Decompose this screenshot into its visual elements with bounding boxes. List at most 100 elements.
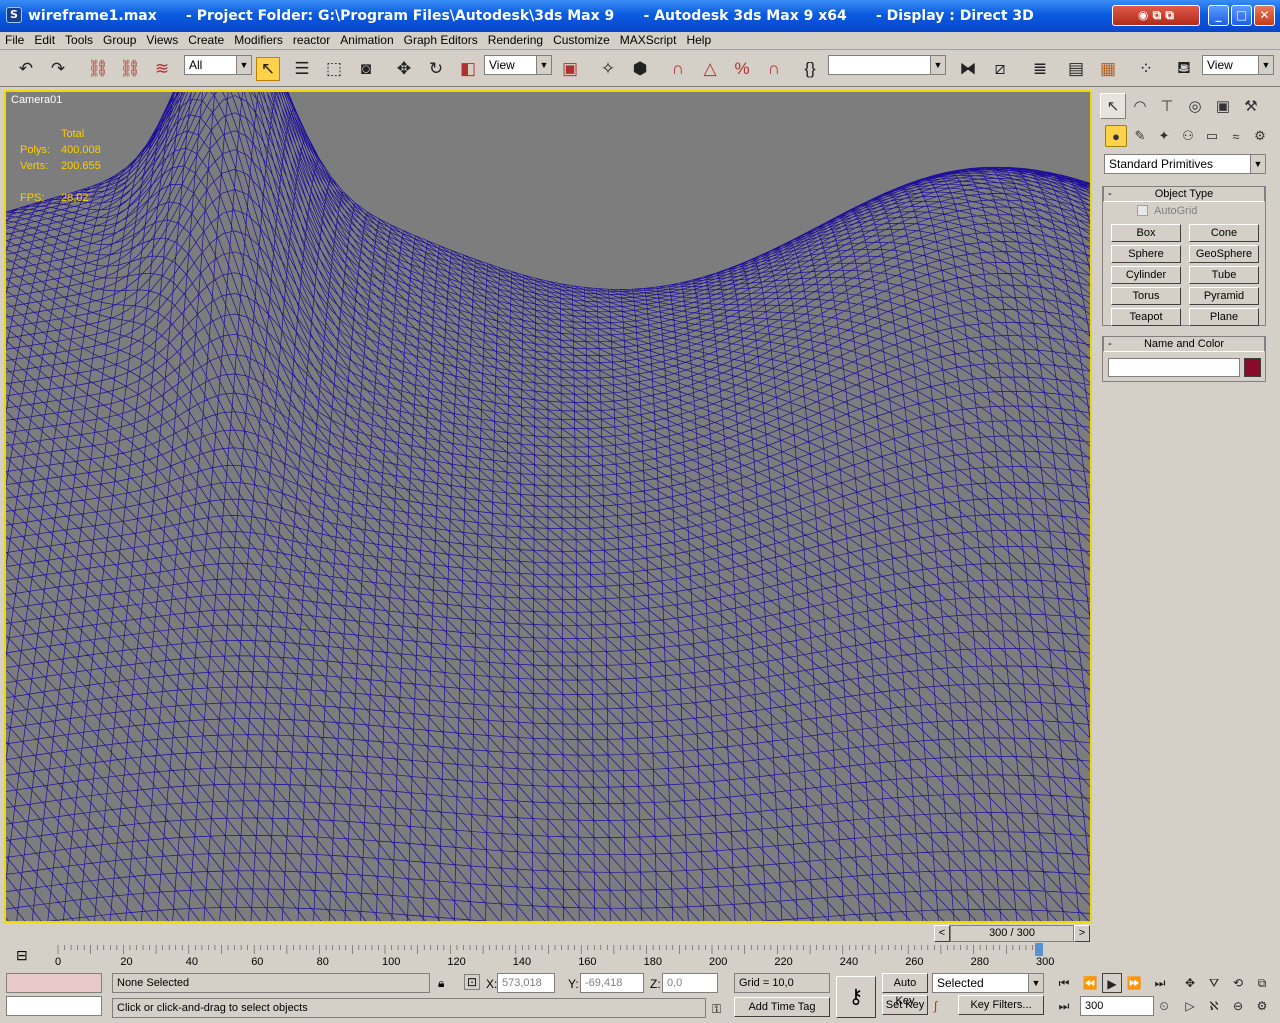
absolute-mode-transform-icon[interactable]: ⊡ xyxy=(464,974,480,990)
z-coordinate[interactable]: 0,0 xyxy=(662,973,718,993)
go-to-start-icon[interactable]: ⏮ xyxy=(1054,973,1074,993)
object-category-dropdown[interactable]: Standard Primitives ▼ xyxy=(1104,154,1266,174)
key-mode-toggle-icon[interactable]: ⏭ xyxy=(1054,996,1074,1016)
window-extra-buttons[interactable]: ◉ ⧉ ⧉ xyxy=(1112,5,1200,26)
select-by-name-icon[interactable]: ☰ xyxy=(290,57,314,81)
edit-named-selection-icon[interactable]: {} xyxy=(798,57,822,81)
sphere-button[interactable]: Sphere xyxy=(1111,245,1181,263)
timetag-icon[interactable]: ⚿ xyxy=(712,1001,721,1017)
select-and-move-icon[interactable]: ✥ xyxy=(392,57,416,81)
key-filters-button[interactable]: Key Filters... xyxy=(958,995,1044,1015)
curve-editor-icon[interactable]: ▤ xyxy=(1064,57,1088,81)
plane-button[interactable]: Plane xyxy=(1189,308,1259,326)
percent-snap-icon[interactable]: % xyxy=(730,57,754,81)
time-prev-button[interactable]: < xyxy=(934,925,950,942)
name-and-color-header[interactable]: - Name and Color xyxy=(1103,336,1265,352)
time-slider[interactable]: 300 / 300 xyxy=(950,925,1074,942)
box-button[interactable]: Box xyxy=(1111,224,1181,242)
menu-item-reactor[interactable]: reactor xyxy=(288,32,335,48)
bind-to-space-warp-icon[interactable]: ≋ xyxy=(150,57,174,81)
modify-tab-icon[interactable]: ◠ xyxy=(1127,93,1153,119)
menu-item-maxscript[interactable]: MAXScript xyxy=(615,32,682,48)
redo-icon[interactable]: ↷ xyxy=(46,57,70,81)
key-mode-dropdown[interactable]: Selected ▼ xyxy=(932,973,1044,993)
cone-button[interactable]: Cone xyxy=(1189,224,1259,242)
truck-icon[interactable]: ℵ xyxy=(1204,996,1224,1016)
teapot-button[interactable]: Teapot xyxy=(1111,308,1181,326)
menu-item-animation[interactable]: Animation xyxy=(335,32,398,48)
maximize-button[interactable]: □ xyxy=(1231,5,1252,26)
default-in-out-tangents-icon[interactable]: ∫ xyxy=(934,998,937,1014)
y-coordinate[interactable]: -69,418 xyxy=(580,973,644,993)
menu-item-file[interactable]: File xyxy=(0,32,29,48)
pivot-center-icon[interactable]: ▣ xyxy=(558,57,582,81)
select-and-rotate-icon[interactable]: ↻ xyxy=(424,57,448,81)
reference-coordinate-dropdown[interactable]: View ▼ xyxy=(484,55,552,75)
maximize-viewport-icon[interactable]: ⧉ xyxy=(1252,973,1272,993)
named-selection-sets-dropdown[interactable]: ▼ xyxy=(828,55,946,75)
menu-item-rendering[interactable]: Rendering xyxy=(483,32,548,48)
x-coordinate[interactable]: 573,018 xyxy=(497,973,555,993)
time-configuration-icon[interactable]: ⏲ xyxy=(1154,996,1174,1016)
menu-item-help[interactable]: Help xyxy=(681,32,716,48)
undo-icon[interactable]: ↶ xyxy=(14,57,38,81)
render-type-dropdown[interactable]: View ▼ xyxy=(1202,55,1274,75)
torus-button[interactable]: Torus xyxy=(1111,287,1181,305)
menu-item-modifiers[interactable]: Modifiers xyxy=(229,32,288,48)
unlink-selection-icon[interactable]: ⛓ xyxy=(118,57,142,81)
rectangular-selection-icon[interactable]: ⬚ xyxy=(322,57,346,81)
menu-item-views[interactable]: Views xyxy=(141,32,183,48)
angle-snap-icon[interactable]: △ xyxy=(698,57,722,81)
display-tab-icon[interactable]: ▣ xyxy=(1210,93,1236,119)
next-frame-icon[interactable]: ⏩ xyxy=(1124,973,1144,993)
select-and-scale-icon[interactable]: ◧ xyxy=(456,57,480,81)
pyramid-button[interactable]: Pyramid xyxy=(1189,287,1259,305)
go-to-end-icon[interactable]: ⏭ xyxy=(1150,973,1170,993)
maxscript-input[interactable] xyxy=(6,996,102,1016)
select-and-link-icon[interactable]: ⛓ xyxy=(86,57,110,81)
previous-frame-icon[interactable]: ⏪ xyxy=(1080,973,1100,993)
field-of-view-icon[interactable]: ⛛ xyxy=(1204,973,1224,993)
selection-filter-dropdown[interactable]: All ▼ xyxy=(184,55,252,75)
camera-viewport[interactable]: Camera01 Total Polys: 400.008 Verts: 200.6… xyxy=(4,90,1092,923)
menu-item-tools[interactable]: Tools xyxy=(60,32,98,48)
cameras-icon[interactable]: ⚇ xyxy=(1177,125,1199,147)
walkthrough-icon[interactable]: ⚙ xyxy=(1252,996,1272,1016)
set-keys-icon[interactable]: ⚷ xyxy=(836,976,876,1018)
dolly-icon[interactable]: ▷ xyxy=(1180,996,1200,1016)
tube-button[interactable]: Tube xyxy=(1189,266,1259,284)
menu-item-customize[interactable]: Customize xyxy=(548,32,615,48)
add-time-tag-button[interactable]: Add Time Tag xyxy=(734,997,830,1017)
track-bar[interactable]: ⊟ 0 20 40 60 80 100 120 140 160 180 200 220 240 260 28… xyxy=(0,943,1096,970)
object-name-input[interactable] xyxy=(1108,358,1240,377)
minimize-button[interactable]: _ xyxy=(1208,5,1229,26)
layer-manager-icon[interactable]: ≣ xyxy=(1028,57,1052,81)
menu-item-group[interactable]: Group xyxy=(98,32,141,48)
menu-item-create[interactable]: Create xyxy=(183,32,229,48)
auto-key-button[interactable]: Auto Key xyxy=(882,973,928,1007)
lights-icon[interactable]: ✦ xyxy=(1153,125,1175,147)
current-frame-spinner[interactable]: 300 xyxy=(1080,996,1154,1016)
roll-icon[interactable]: ⊖ xyxy=(1228,996,1248,1016)
time-next-button[interactable]: > xyxy=(1074,925,1090,942)
play-animation-icon[interactable]: ▶ xyxy=(1102,973,1122,993)
menu-item-edit[interactable]: Edit xyxy=(29,32,60,48)
motion-tab-icon[interactable]: ◎ xyxy=(1182,93,1208,119)
viewport-label[interactable]: Camera01 xyxy=(11,94,62,106)
select-and-manipulate-icon[interactable]: ✧ xyxy=(596,57,620,81)
maxscript-listener-mini[interactable] xyxy=(6,973,102,993)
close-button[interactable]: ✕ xyxy=(1254,5,1275,26)
object-type-header[interactable]: - Object Type xyxy=(1103,186,1265,202)
mirror-icon[interactable]: ⧓ xyxy=(956,57,980,81)
selection-lock-icon[interactable]: 🔒︎ xyxy=(438,975,444,991)
hierarchy-tab-icon[interactable]: ⊤ xyxy=(1154,93,1180,119)
snaps-toggle-icon[interactable]: ∩ xyxy=(666,57,690,81)
keyboard-shortcut-override-icon[interactable]: ⬢ xyxy=(628,57,652,81)
utilities-tab-icon[interactable]: ⚒ xyxy=(1238,93,1264,119)
render-scene-dialog-icon[interactable]: ⛾ xyxy=(1172,57,1196,81)
object-color-swatch[interactable] xyxy=(1244,358,1261,377)
geometry-icon[interactable]: ● xyxy=(1105,125,1127,147)
systems-icon[interactable]: ⚙ xyxy=(1249,125,1271,147)
schematic-view-icon[interactable]: ▦ xyxy=(1096,57,1120,81)
window-crossing-icon[interactable]: ◙ xyxy=(354,57,378,81)
